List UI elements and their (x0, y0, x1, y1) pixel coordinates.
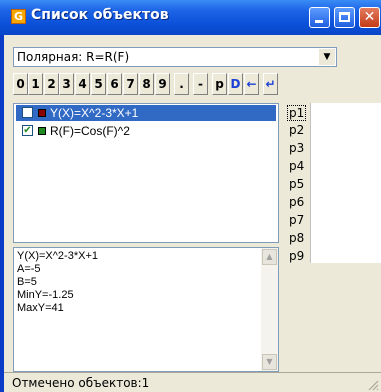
color-swatch (38, 109, 46, 117)
param-p2[interactable]: p2 (289, 123, 304, 137)
info-line: A=-5 (17, 263, 41, 275)
param-p6[interactable]: p6 (289, 195, 304, 209)
params-list[interactable]: p1 p2 p3 p4 p5 p6 p7 p8 p9 (285, 103, 381, 263)
close-icon: ✕ (363, 9, 376, 25)
param-p5[interactable]: p5 (289, 177, 304, 191)
objects-window: G Список объектов ✕ Полярная: R=R(F) ▼ 0… (0, 0, 381, 392)
list-item[interactable]: Y(X)=X^2-3*X+1 (16, 105, 276, 121)
object-label: Y(X)=X^2-3*X+1 (50, 106, 139, 120)
key-dot[interactable]: . (174, 73, 189, 95)
key-8[interactable]: 8 (139, 73, 154, 95)
object-label: R(F)=Cos(F)^2 (50, 124, 130, 138)
mode-select[interactable]: Полярная: R=R(F) ▼ (13, 47, 337, 67)
enter-button[interactable]: ↵ (263, 73, 278, 95)
title-bar[interactable]: G Список объектов ✕ (0, 0, 381, 35)
chevron-down-icon[interactable]: ▼ (319, 49, 335, 65)
param-p8[interactable]: p8 (289, 231, 304, 245)
memo-scrollbar[interactable]: ▲ ▼ (261, 248, 278, 371)
param-p1[interactable]: p1 (287, 105, 307, 121)
mode-select-value: Полярная: R=R(F) (17, 50, 130, 64)
maximize-button[interactable] (334, 7, 355, 28)
param-p4[interactable]: p4 (289, 159, 304, 173)
status-text: Отмечено объектов:1 (12, 376, 150, 390)
status-bar: Отмечено объектов:1 (4, 372, 381, 392)
window-title: Список объектов (31, 7, 169, 23)
minimize-icon (315, 20, 323, 23)
param-p7[interactable]: p7 (289, 213, 304, 227)
info-line: Y(X)=X^2-3*X+1 (17, 250, 98, 262)
key-6[interactable]: 6 (107, 73, 122, 95)
info-line: MaxY=41 (17, 302, 64, 314)
window-client: Полярная: R=R(F) ▼ 0 1 2 3 4 5 6 7 8 9 .… (4, 35, 381, 392)
key-4[interactable]: 4 (75, 73, 90, 95)
key-d[interactable]: D (228, 73, 243, 95)
list-item[interactable]: ✔ R(F)=Cos(F)^2 (16, 123, 276, 139)
key-7[interactable]: 7 (123, 73, 138, 95)
minimize-button[interactable] (309, 7, 330, 28)
info-memo[interactable]: Y(X)=X^2-3*X+1 A=-5 B=5 MinY=-1.25 MaxY=… (13, 247, 279, 372)
scroll-down-icon[interactable]: ▼ (262, 354, 277, 370)
info-line: B=5 (17, 276, 37, 288)
key-3[interactable]: 3 (59, 73, 74, 95)
resize-grip-icon[interactable] (367, 379, 379, 391)
key-0[interactable]: 0 (13, 73, 28, 95)
objects-list[interactable]: Y(X)=X^2-3*X+1 ✔ R(F)=Cos(F)^2 (13, 103, 279, 243)
key-1[interactable]: 1 (28, 73, 43, 95)
info-line: MinY=-1.25 (17, 289, 74, 301)
scroll-up-icon[interactable]: ▲ (262, 249, 277, 265)
param-p3[interactable]: p3 (289, 141, 304, 155)
key-2[interactable]: 2 (44, 73, 59, 95)
key-9[interactable]: 9 (155, 73, 170, 95)
object-checkbox[interactable]: ✔ (22, 125, 33, 136)
maximize-icon (339, 12, 350, 22)
key-minus[interactable]: - (193, 73, 208, 95)
key-p[interactable]: p (212, 73, 227, 95)
close-button[interactable]: ✕ (359, 7, 380, 28)
param-p9[interactable]: p9 (289, 249, 304, 263)
color-swatch (38, 127, 46, 135)
object-checkbox[interactable] (22, 107, 33, 118)
key-5[interactable]: 5 (91, 73, 106, 95)
app-icon: G (11, 9, 26, 24)
backspace-button[interactable]: ← (244, 73, 259, 95)
